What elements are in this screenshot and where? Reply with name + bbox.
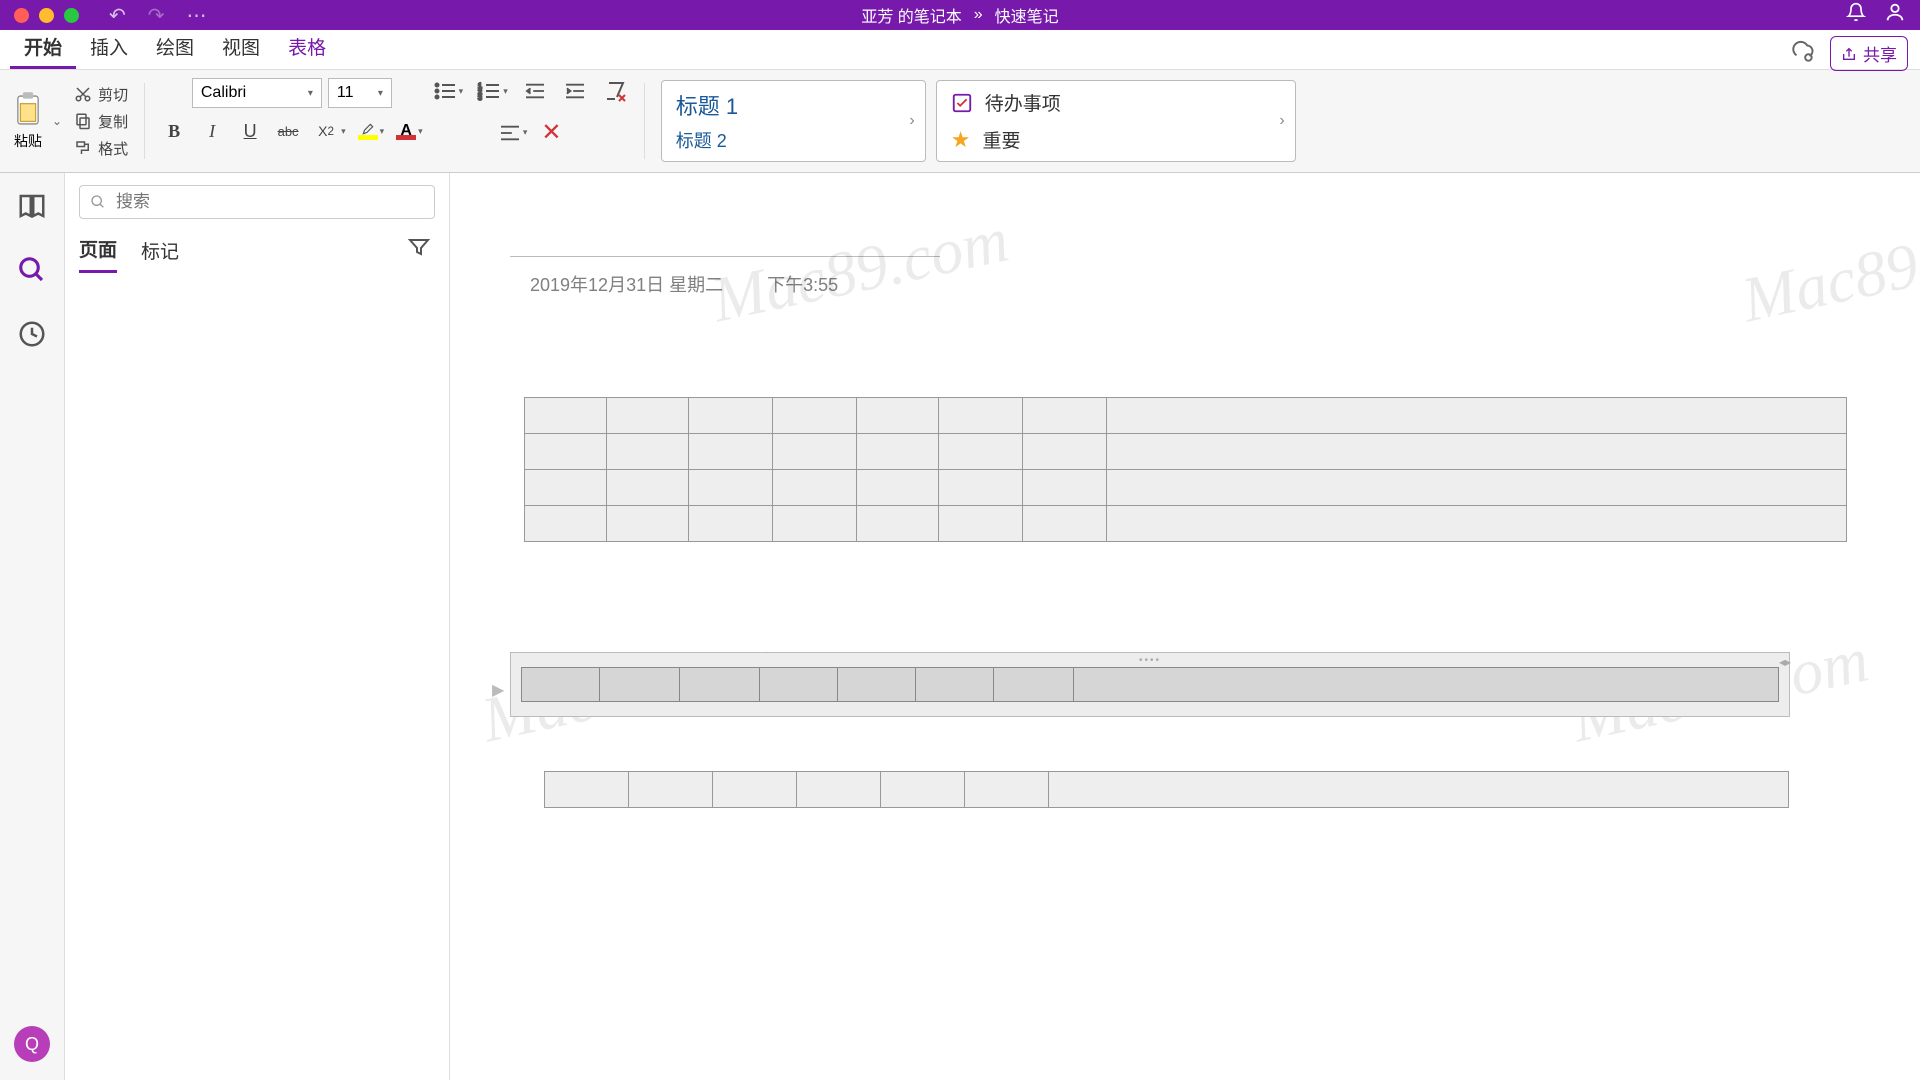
clear-formatting-button[interactable] bbox=[602, 78, 628, 104]
highlight-color-button[interactable]: ▾ bbox=[358, 122, 385, 140]
window-controls bbox=[0, 8, 79, 23]
page-date: 2019年12月31日 星期二 bbox=[530, 271, 723, 297]
svg-text:3: 3 bbox=[478, 95, 482, 101]
table-row bbox=[525, 470, 1847, 506]
font-family-select[interactable]: Calibri▾ bbox=[192, 78, 322, 108]
bullet-list-button[interactable]: ▾ bbox=[433, 81, 464, 101]
align-button[interactable]: ▾ bbox=[499, 124, 528, 142]
notebooks-icon[interactable] bbox=[17, 191, 47, 221]
paragraph-group: ▾ 123▾ ▾ ✕ bbox=[433, 78, 628, 164]
note-container-anchor-icon[interactable]: ▶ bbox=[492, 680, 504, 700]
more-quick-access-button[interactable]: ⋯ bbox=[187, 3, 207, 28]
paste-label: 粘贴 bbox=[14, 131, 42, 151]
delete-button[interactable]: ✕ bbox=[541, 118, 561, 147]
breadcrumb-separator: » bbox=[974, 6, 983, 24]
format-painter-button[interactable]: 格式 bbox=[74, 138, 128, 159]
italic-button[interactable]: I bbox=[199, 118, 225, 144]
font-size-select[interactable]: 11▾ bbox=[328, 78, 392, 108]
table-row bbox=[525, 434, 1847, 470]
styles-expand-icon[interactable]: › bbox=[909, 112, 914, 130]
table-row bbox=[522, 668, 1779, 702]
font-group: Calibri▾ 11▾ B I U abc X2▾ ▾ A▾ bbox=[161, 78, 423, 164]
table-1[interactable] bbox=[524, 397, 1847, 542]
numbered-list-button[interactable]: 123▾ bbox=[477, 81, 508, 101]
notifications-icon[interactable] bbox=[1846, 2, 1866, 28]
increase-indent-button[interactable] bbox=[562, 78, 588, 104]
share-label: 共享 bbox=[1863, 41, 1897, 66]
underline-button[interactable]: U bbox=[237, 118, 263, 144]
nav-tab-pages[interactable]: 页面 bbox=[79, 235, 117, 273]
table-2[interactable] bbox=[521, 667, 1779, 702]
bold-button[interactable]: B bbox=[161, 118, 187, 144]
subscript-button[interactable]: X2▾ bbox=[313, 118, 346, 144]
maximize-window-button[interactable] bbox=[64, 8, 79, 23]
font-color-button[interactable]: A▾ bbox=[396, 122, 423, 140]
redo-button[interactable]: ↷ bbox=[148, 3, 165, 28]
paste-dropdown[interactable]: ⌄ bbox=[48, 110, 66, 132]
tag-todo[interactable]: 待办事项 bbox=[951, 89, 1281, 116]
recent-icon[interactable] bbox=[17, 319, 47, 349]
page-canvas[interactable]: Mac89.com Mac89.com Mac89.com Mac89.com … bbox=[450, 173, 1920, 1080]
watermark: Mac89.com bbox=[1736, 203, 1920, 338]
tag-important[interactable]: ★ 重要 bbox=[951, 126, 1281, 153]
notebook-name[interactable]: 亚芳 的笔记本 bbox=[861, 3, 961, 27]
close-window-button[interactable] bbox=[14, 8, 29, 23]
minimize-window-button[interactable] bbox=[39, 8, 54, 23]
resize-handle-icon[interactable]: ◂▸ bbox=[1779, 655, 1791, 669]
share-button[interactable]: 共享 bbox=[1830, 36, 1908, 71]
decrease-indent-button[interactable] bbox=[522, 78, 548, 104]
tab-view[interactable]: 视图 bbox=[208, 25, 274, 69]
account-icon[interactable] bbox=[1884, 1, 1906, 29]
style-heading2[interactable]: 标题 2 bbox=[676, 127, 911, 153]
page-time: 下午3:55 bbox=[767, 271, 838, 297]
star-icon: ★ bbox=[951, 127, 971, 153]
separator bbox=[644, 83, 645, 159]
search-box[interactable] bbox=[79, 185, 435, 219]
undo-button[interactable]: ↶ bbox=[109, 3, 126, 28]
styles-gallery[interactable]: 标题 1 标题 2 › bbox=[661, 80, 926, 162]
tab-draw[interactable]: 绘图 bbox=[142, 25, 208, 69]
tags-expand-icon[interactable]: › bbox=[1279, 112, 1284, 130]
selected-note-container[interactable]: •••• ◂▸ bbox=[510, 652, 1790, 717]
copy-button[interactable]: 复制 bbox=[74, 111, 128, 132]
style-heading1[interactable]: 标题 1 bbox=[676, 89, 911, 121]
search-icon[interactable] bbox=[17, 255, 47, 285]
tab-insert[interactable]: 插入 bbox=[76, 25, 142, 69]
left-rail: Q bbox=[0, 173, 65, 1080]
navigation-panel: 页面 标记 bbox=[65, 173, 450, 1080]
avatar[interactable]: Q bbox=[14, 1026, 50, 1062]
table-row bbox=[525, 398, 1847, 434]
ribbon: 粘贴 ⌄ 剪切 复制 格式 Calibri▾ 11▾ bbox=[0, 70, 1920, 173]
nav-tab-tags[interactable]: 标记 bbox=[141, 237, 179, 272]
cut-button[interactable]: 剪切 bbox=[74, 84, 128, 105]
strikethrough-button[interactable]: abc bbox=[275, 118, 301, 144]
tags-gallery[interactable]: 待办事项 ★ 重要 › bbox=[936, 80, 1296, 162]
separator bbox=[144, 83, 145, 159]
drag-handle-icon[interactable]: •••• bbox=[1139, 655, 1161, 666]
sync-status-icon[interactable] bbox=[1790, 38, 1816, 69]
paste-button[interactable]: 粘贴 bbox=[12, 91, 44, 151]
breadcrumb[interactable]: 亚芳 的笔记本 » 快速笔记 bbox=[861, 3, 1058, 27]
search-input[interactable] bbox=[116, 192, 424, 212]
tab-home[interactable]: 开始 bbox=[10, 25, 76, 69]
table-row bbox=[545, 772, 1789, 808]
table-3[interactable] bbox=[544, 771, 1789, 808]
quick-access-toolbar: ↶ ↷ ⋯ bbox=[109, 3, 207, 28]
tab-table[interactable]: 表格 bbox=[274, 25, 340, 69]
clipboard-group: 粘贴 ⌄ 剪切 复制 格式 bbox=[12, 78, 128, 164]
page-title-input[interactable] bbox=[510, 223, 940, 257]
filter-icon[interactable] bbox=[407, 235, 431, 264]
table-row bbox=[525, 506, 1847, 542]
menu-tabs: 开始 插入 绘图 视图 表格 共享 bbox=[0, 30, 1920, 70]
section-name[interactable]: 快速笔记 bbox=[995, 3, 1059, 27]
